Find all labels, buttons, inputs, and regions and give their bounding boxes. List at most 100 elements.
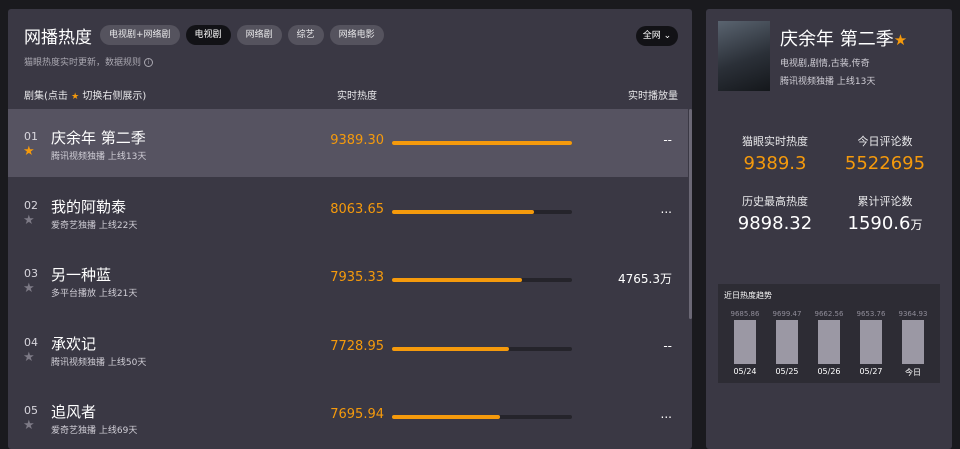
- trend-column: 9364.93 今日: [898, 310, 928, 378]
- scrollbar[interactable]: [689, 109, 692, 319]
- trend-date: 05/24: [733, 367, 757, 376]
- heat-bar-track: [392, 278, 572, 283]
- row-plays: ...: [660, 201, 672, 216]
- row-meta: 爱奇艺独播 上线69天: [51, 426, 138, 437]
- title-row: 网播热度 电视剧+网络剧 电视剧 网络剧 综艺 网络电影: [24, 23, 390, 48]
- column-header-show-suffix: 切换右侧展示): [82, 91, 147, 102]
- tab-tv-series[interactable]: 电视剧: [185, 25, 231, 45]
- detail-title-text: 庆余年 第二季: [780, 29, 894, 50]
- trend-title: 近日热度趋势: [724, 291, 772, 300]
- heat-bar-track: [392, 141, 572, 145]
- column-header-heat: 实时热度: [337, 91, 377, 102]
- table-row[interactable]: 04 ★ 承欢记腾讯视频独播 上线50天 7728.95 --: [8, 315, 688, 383]
- trend-date: 今日: [905, 368, 921, 377]
- row-name: 追风者: [51, 403, 97, 422]
- row-meta: 多平台播放 上线21天: [51, 289, 138, 300]
- trend-date: 05/25: [775, 367, 799, 376]
- column-header-show-prefix: 剧集(点击: [24, 91, 68, 102]
- star-icon[interactable]: ★: [23, 419, 35, 432]
- row-meta: 腾讯视频独播 上线50天: [51, 357, 147, 368]
- stat-label: 历史最高热度: [742, 195, 808, 208]
- trend-date: 05/27: [859, 367, 883, 376]
- tab-web-movie[interactable]: 网络电影: [329, 25, 384, 45]
- heat-bar-fill: [392, 278, 522, 283]
- trend-bar: [818, 320, 840, 364]
- row-meta: 爱奇艺独播 上线22天: [51, 220, 138, 231]
- stat-value: 9898.32: [737, 213, 813, 234]
- heat-ranking-panel: 网播热度 电视剧+网络剧 电视剧 网络剧 综艺 网络电影 全网 ⌄ 猫眼热度实时…: [8, 9, 692, 449]
- stat-number: 1590.6: [847, 213, 911, 234]
- stat-realtime-heat: 猫眼实时热度 9389.3: [720, 133, 830, 174]
- row-rank: 03: [24, 267, 38, 281]
- table-row[interactable]: 03 ★ 另一种蓝多平台播放 上线21天 7935.33 4765.3万: [8, 246, 688, 314]
- subtitle-text: 猫眼热度实时更新，数据规则: [24, 58, 142, 68]
- star-icon: ★: [893, 31, 908, 49]
- row-heat: 8063.65: [330, 201, 384, 217]
- row-meta: 腾讯视频独播 上线13天: [51, 152, 147, 162]
- trend-value: 9662.56: [814, 310, 844, 318]
- trend-column: 9699.47 05/25: [772, 310, 802, 376]
- heat-bar-track: [392, 415, 572, 420]
- star-icon[interactable]: ★: [23, 351, 35, 364]
- stat-value: 9389.3: [743, 153, 807, 174]
- trend-date: 05/26: [817, 367, 841, 376]
- trend-chart: 近日热度趋势 9685.86 05/24 9699.47 05/25 9662.56 05…: [718, 284, 940, 383]
- trend-bar: [860, 320, 882, 364]
- stat-label: 今日评论数: [857, 135, 913, 148]
- row-plays: --: [663, 338, 672, 353]
- stat-value: 5522695: [844, 153, 926, 174]
- subtitle: 猫眼热度实时更新，数据规则 i: [24, 55, 154, 68]
- stat-value: 1590.6万: [830, 213, 940, 234]
- heat-bar-track: [392, 346, 572, 351]
- stat-peak-heat: 历史最高热度 9898.32: [720, 193, 830, 234]
- detail-panel: 庆余年 第二季★ 电视剧,剧情,古装,传奇 腾讯视频独播 上线13天 猫眼实时热…: [706, 9, 952, 449]
- heat-bar-fill: [392, 415, 500, 420]
- row-name: 承欢记: [51, 334, 97, 353]
- row-heat: 9389.30: [330, 133, 384, 148]
- info-icon[interactable]: i: [144, 58, 154, 67]
- stat-label: 猫眼实时热度: [742, 135, 808, 148]
- trend-value: 9653.76: [856, 310, 886, 318]
- row-rank: 01: [24, 130, 38, 143]
- poster-image: [718, 21, 770, 91]
- trend-column: 9662.56 05/26: [814, 310, 844, 376]
- tab-web-series[interactable]: 网络剧: [236, 25, 282, 45]
- heat-bar-track: [392, 209, 572, 214]
- table-row[interactable]: 05 ★ 追风者 爱奇艺独播 上线69天 7695.94...: [8, 383, 688, 449]
- heat-bar-fill: [392, 346, 509, 351]
- trend-column: 9653.76 05/27: [856, 310, 886, 376]
- tab-tv-and-web-series[interactable]: 电视剧+网络剧: [100, 25, 180, 45]
- detail-genre: 电视剧,剧情,古装,传奇: [780, 59, 870, 69]
- column-header-plays: 实时播放量: [628, 91, 678, 102]
- detail-meta: 腾讯视频独播 上线13天: [780, 77, 876, 87]
- trend-value: 9699.47: [772, 310, 802, 318]
- row-plays: 4765.3万: [618, 272, 672, 287]
- scope-select[interactable]: 全网 ⌄: [636, 26, 678, 46]
- row-rank: 02: [24, 198, 38, 212]
- row-heat: 7728.95: [330, 338, 384, 354]
- row-name: 庆余年 第二季: [51, 129, 146, 147]
- tab-variety[interactable]: 综艺: [287, 25, 324, 45]
- row-plays: --: [663, 133, 672, 147]
- stat-unit: 万: [910, 218, 923, 232]
- trend-value: 9685.86: [730, 310, 760, 318]
- star-icon: ★: [71, 92, 80, 102]
- star-icon[interactable]: ★: [23, 214, 35, 227]
- stat-label: 累计评论数: [857, 195, 913, 208]
- stat-today-comments: 今日评论数 5522695: [830, 133, 940, 174]
- heat-bar-fill: [392, 209, 535, 214]
- row-heat: 7935.33: [330, 270, 384, 286]
- table-row[interactable]: 02 ★ 我的阿勒泰爱奇艺独播 上线22天 8063.65...: [8, 178, 688, 246]
- row-name: 另一种蓝: [51, 266, 112, 285]
- trend-bar: [734, 320, 756, 364]
- row-rank: 04: [24, 335, 38, 349]
- trend-bar: [776, 320, 798, 364]
- table-row[interactable]: 01 ★ 庆余年 第二季腾讯视频独播 上线13天 9389.30 --: [8, 109, 688, 177]
- row-name: 我的阿勒泰: [51, 197, 127, 216]
- page-title: 网播热度: [24, 27, 92, 48]
- column-header-show: 剧集(点击 ★ 切换右侧展示): [24, 87, 146, 102]
- star-icon[interactable]: ★: [23, 145, 35, 158]
- stat-total-comments: 累计评论数 1590.6万: [830, 193, 940, 234]
- star-icon[interactable]: ★: [23, 282, 35, 295]
- row-plays: ...: [660, 407, 672, 422]
